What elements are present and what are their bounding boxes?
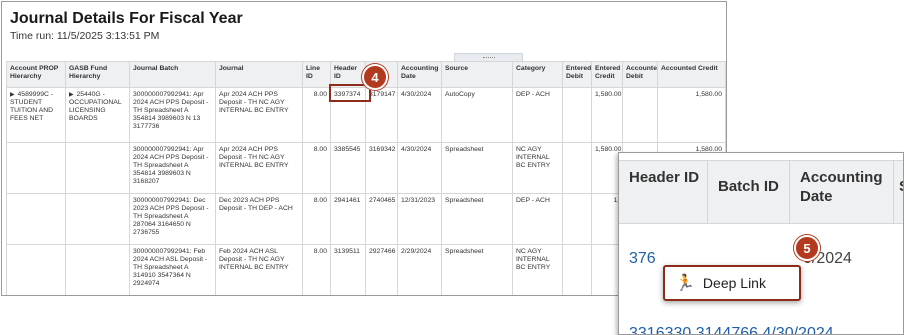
journal-cell: Apr 2024 ACH PPS Deposit - TH NC AGY INT…	[215, 87, 303, 143]
header-id-link[interactable]: 3385545	[330, 142, 366, 194]
fund-cell[interactable]: ▶ 25440G - OCCUPATIONAL LICENSING BOARDS	[65, 87, 130, 143]
step-callout-5: 5	[794, 235, 820, 261]
account-cell	[6, 244, 66, 295]
date-cell: 4/30/2024	[397, 142, 442, 194]
entered-credit-cell: 1,580.00	[591, 87, 623, 143]
date-cell: 12/31/2023	[397, 193, 442, 245]
entered-debit-cell	[562, 142, 592, 194]
zoom-inset: Header ID Batch ID Accounting Date S 376…	[618, 152, 904, 335]
zoom-next-row[interactable]: 3316330 3144766 4/30/2024	[629, 325, 834, 334]
fund-cell	[65, 244, 130, 295]
accounted-debit-cell	[622, 87, 658, 143]
journal-cell: Apr 2024 ACH PPS Deposit - TH NC AGY INT…	[215, 142, 303, 194]
source-cell: Spreadsheet	[441, 142, 513, 194]
source-cell: Spreadsheet	[441, 193, 513, 245]
col-header-line-id[interactable]: Line ID	[302, 61, 331, 88]
line-id-cell: 8.00	[302, 142, 331, 194]
col-header-category[interactable]: Category	[512, 61, 563, 88]
batch-id-cell: 3169342	[365, 142, 398, 194]
col-header-account[interactable]: Account PROP Hierarchy	[6, 61, 66, 88]
category-cell: NC AGY INTERNAL BC ENTRY	[512, 142, 563, 194]
fund-label: 25440G - OCCUPATIONAL LICENSING BOARDS	[69, 91, 122, 122]
line-id-cell: 8.00	[302, 244, 331, 295]
batch-id-cell: 2740465	[365, 193, 398, 245]
deep-link-menu-item[interactable]: 🏃 Deep Link	[663, 265, 801, 301]
accounted-credit-cell: 1,580.00	[657, 87, 726, 143]
col-header-accounted-debit[interactable]: Accounted Debit	[622, 61, 658, 88]
category-cell: DEP - ACH	[512, 193, 563, 245]
header-id-highlight	[329, 84, 371, 102]
col-header-entered-credit[interactable]: Entered Credit	[591, 61, 623, 88]
header-id-link[interactable]: 2941461	[330, 193, 366, 245]
time-run-label: Time run: 11/5/2025 3:13:51 PM	[10, 30, 160, 42]
col-header-accounted-credit[interactable]: Accounted Credit	[657, 61, 726, 88]
fund-cell	[65, 193, 130, 245]
batch-cell: 300000007992941: Apr 2024 ACH PPS Deposi…	[129, 142, 216, 194]
journal-cell: Dec 2023 ACH PPS Deposit - TH DEP - ACH	[215, 193, 303, 245]
header-id-link[interactable]: 3139511	[330, 244, 366, 295]
batch-cell: 300000007992941: Apr 2024 ACH PPS Deposi…	[129, 87, 216, 143]
entered-debit-cell	[562, 193, 592, 245]
report-title: Journal Details For Fiscal Year	[10, 10, 243, 27]
account-cell	[6, 142, 66, 194]
batch-cell: 300000007992941: Dec 2023 ACH PPS Deposi…	[129, 193, 216, 245]
col-header-fund[interactable]: GASB Fund Hierarchy	[65, 61, 130, 88]
journal-cell: Feb 2024 ACH ASL Deposit - TH NC AGY INT…	[215, 244, 303, 295]
running-person-icon: 🏃	[675, 275, 695, 292]
category-cell: DEP - ACH	[512, 87, 563, 143]
date-cell: 4/30/2024	[397, 87, 442, 143]
account-label: 4589999C - STUDENT TUITION AND FEES NET	[10, 91, 54, 122]
source-cell: Spreadsheet	[441, 244, 513, 295]
zoom-header-id-link[interactable]: 376	[629, 250, 656, 268]
batch-cell: 300000007992941: Feb 2024 ACH ASL Deposi…	[129, 244, 216, 295]
entered-debit-cell	[562, 244, 592, 295]
category-cell: NC AGY INTERNAL BC ENTRY	[512, 244, 563, 295]
col-header-batch[interactable]: Journal Batch	[129, 61, 216, 88]
col-header-source[interactable]: Source	[441, 61, 513, 88]
line-id-cell: 8.00	[302, 87, 331, 143]
zoom-accounting-date-label[interactable]: Accounting Date	[789, 160, 893, 224]
col-header-entered-debit[interactable]: Entered Debit	[562, 61, 592, 88]
zoom-header-id-label[interactable]: Header ID	[619, 160, 707, 224]
fund-cell	[65, 142, 130, 194]
col-header-accounting-date[interactable]: Accounting Date	[397, 61, 442, 88]
zoom-batch-id-label[interactable]: Batch ID	[707, 160, 789, 224]
zoom-source-label-fragment[interactable]: S	[893, 160, 903, 224]
column-drag-handle[interactable]	[454, 53, 523, 61]
date-cell: 2/29/2024	[397, 244, 442, 295]
account-cell[interactable]: ▶ 4589999C - STUDENT TUITION AND FEES NE…	[6, 87, 66, 143]
expand-triangle-icon[interactable]: ▶	[69, 92, 74, 98]
step-callout-4: 4	[362, 64, 388, 90]
line-id-cell: 8.00	[302, 193, 331, 245]
account-cell	[6, 193, 66, 245]
source-cell: AutoCopy	[441, 87, 513, 143]
entered-debit-cell	[562, 87, 592, 143]
expand-triangle-icon[interactable]: ▶	[10, 92, 15, 98]
batch-id-cell: 2927466	[365, 244, 398, 295]
col-header-journal[interactable]: Journal	[215, 61, 303, 88]
deep-link-label: Deep Link	[702, 275, 766, 291]
